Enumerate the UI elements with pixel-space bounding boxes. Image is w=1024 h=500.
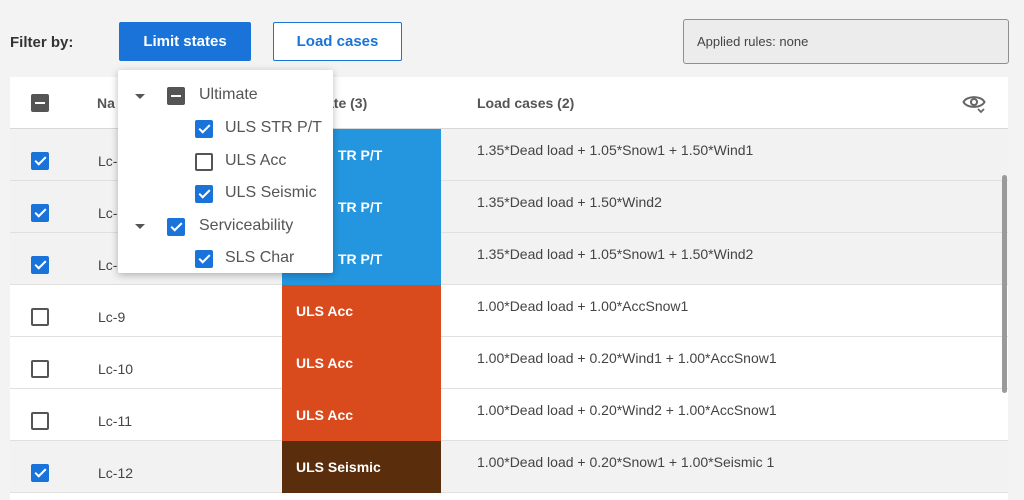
- row-checkbox[interactable]: [31, 360, 49, 378]
- caret-down-icon[interactable]: [135, 224, 145, 229]
- row-checkbox[interactable]: [31, 204, 49, 222]
- filter-label: Filter by:: [10, 34, 74, 51]
- row-load-case: 1.00*Dead load + 0.20*Wind1 + 1.00*AccSn…: [477, 350, 777, 366]
- row-load-case: 1.35*Dead load + 1.50*Wind2: [477, 194, 662, 210]
- sls-char-label: SLS Char: [225, 249, 295, 266]
- limit-states-button[interactable]: Limit states: [119, 22, 251, 61]
- row-name: Lc-10: [98, 361, 134, 377]
- table-scrollbar[interactable]: [1002, 175, 1007, 393]
- header-load-cases[interactable]: Load cases (2): [477, 77, 574, 129]
- row-limit-state: ULS Acc: [282, 285, 441, 337]
- row-name: Lc-: [98, 257, 118, 273]
- row-name: Lc-9: [98, 309, 126, 325]
- uls-acc-checkbox[interactable]: [195, 153, 213, 171]
- uls-seismic-checkbox[interactable]: [195, 185, 213, 203]
- row-limit-state: ULS Seismic: [282, 441, 441, 493]
- uls-seismic-label: ULS Seismic: [225, 184, 317, 201]
- limit-states-dropdown: Ultimate ULS STR P/T ULS Acc ULS Seismic…: [118, 70, 333, 273]
- serviceability-checkbox[interactable]: [167, 218, 185, 236]
- ultimate-checkbox[interactable]: [167, 87, 185, 105]
- row-limit-state: ULS Acc: [282, 389, 441, 441]
- row-checkbox[interactable]: [31, 256, 49, 274]
- row-load-case: 1.00*Dead load + 0.20*Snow1 + 1.00*Seism…: [477, 454, 775, 470]
- serviceability-label: Serviceability: [199, 217, 294, 234]
- uls-acc-label: ULS Acc: [225, 152, 287, 169]
- row-name: Lc-12: [98, 465, 134, 481]
- applied-rules-field[interactable]: Applied rules: none: [683, 19, 1009, 64]
- eye-settings-icon[interactable]: [962, 92, 986, 114]
- applied-rules-text: Applied rules: none: [697, 34, 809, 49]
- table-row[interactable]: Lc-12 ULS Seismic 1.00*Dead load + 0.20*…: [10, 441, 1008, 493]
- sls-char-checkbox[interactable]: [195, 250, 213, 268]
- row-name: Lc-: [98, 205, 118, 221]
- row-limit-state: ULS Acc: [282, 337, 441, 389]
- caret-down-icon[interactable]: [135, 94, 145, 99]
- row-checkbox[interactable]: [31, 152, 49, 170]
- row-load-case: 1.35*Dead load + 1.05*Snow1 + 1.50*Wind2: [477, 246, 754, 262]
- row-name: Lc-11: [98, 413, 132, 429]
- select-all-checkbox[interactable]: [31, 94, 49, 112]
- uls-str-checkbox[interactable]: [195, 120, 213, 138]
- ultimate-label: Ultimate: [199, 86, 258, 103]
- row-load-case: 1.00*Dead load + 0.20*Wind2 + 1.00*AccSn…: [477, 402, 777, 418]
- table-row[interactable]: Lc-11 ULS Acc 1.00*Dead load + 0.20*Wind…: [10, 389, 1008, 441]
- table-row[interactable]: Lc-10 ULS Acc 1.00*Dead load + 0.20*Wind…: [10, 337, 1008, 389]
- row-checkbox[interactable]: [31, 308, 49, 326]
- table-row[interactable]: Lc-9 ULS Acc 1.00*Dead load + 1.00*AccSn…: [10, 285, 1008, 337]
- load-cases-button[interactable]: Load cases: [273, 22, 402, 61]
- row-name: Lc-: [98, 153, 118, 169]
- row-checkbox[interactable]: [31, 464, 49, 482]
- row-load-case: 1.00*Dead load + 1.00*AccSnow1: [477, 298, 689, 314]
- row-load-case: 1.35*Dead load + 1.05*Snow1 + 1.50*Wind1: [477, 142, 754, 158]
- uls-str-label: ULS STR P/T: [225, 119, 322, 136]
- row-checkbox[interactable]: [31, 412, 49, 430]
- header-name[interactable]: Na: [97, 77, 115, 129]
